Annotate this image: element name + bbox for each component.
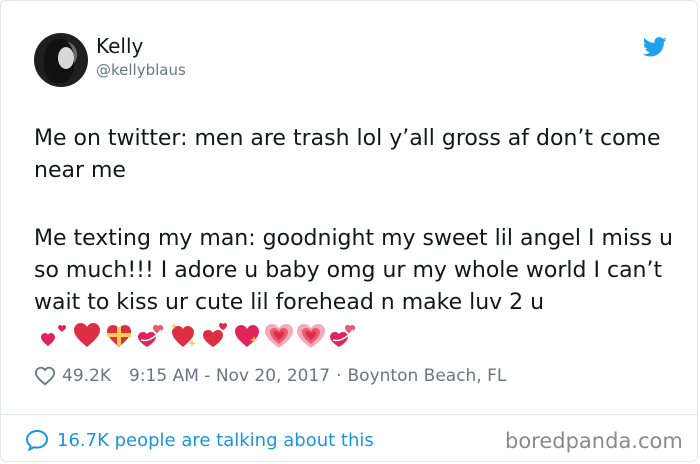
user-handle[interactable]: @kellyblaus	[96, 61, 186, 79]
boredpanda-watermark: boredpanda.com	[505, 429, 683, 453]
user-name[interactable]: Kelly	[96, 34, 143, 58]
tweet-paragraph-2: Me texting my man: goodnight my sweet li…	[34, 223, 684, 351]
meta-separator: ·	[336, 366, 342, 386]
like-count[interactable]: 49.2K	[62, 366, 111, 386]
sparkling-heart-icon	[171, 323, 196, 347]
avatar-face	[58, 47, 74, 69]
avatar[interactable]	[34, 33, 88, 87]
heart-outline-icon[interactable]	[34, 365, 56, 387]
red-heart-icon	[74, 323, 100, 347]
revolving-hearts-icon	[330, 325, 355, 347]
talking-about-link[interactable]: 16.7K people are talking about this	[25, 428, 374, 452]
heart-with-ribbon-icon	[41, 325, 66, 346]
growing-heart-icon	[265, 324, 293, 348]
tweet-meta: 49.2K 9:15 AM - Nov 20, 2017 · Boynton B…	[34, 365, 506, 387]
divider	[1, 414, 699, 415]
sparkling-heart-icon	[235, 325, 259, 347]
talking-about-text: 16.7K people are talking about this	[57, 429, 374, 451]
tweet-location[interactable]: Boynton Beach, FL	[348, 366, 507, 386]
heart-with-arrow-icon	[203, 323, 227, 347]
emoji-row	[40, 319, 360, 351]
tweet-paragraph-1: Me on twitter: men are trash lol y’all g…	[34, 126, 661, 183]
tweet-card: Kelly @kellyblaus Me on twitter: men are…	[0, 0, 699, 462]
revolving-hearts-icon	[138, 325, 163, 347]
speech-bubble-icon	[25, 429, 49, 452]
tweet-timestamp[interactable]: 9:15 AM - Nov 20, 2017	[129, 366, 330, 386]
heart-gift-icon	[107, 325, 131, 347]
growing-heart-icon	[297, 324, 325, 348]
twitter-bird-icon[interactable]	[643, 37, 667, 57]
tweet-paragraph-2-text: Me texting my man: goodnight my sweet li…	[34, 226, 673, 315]
